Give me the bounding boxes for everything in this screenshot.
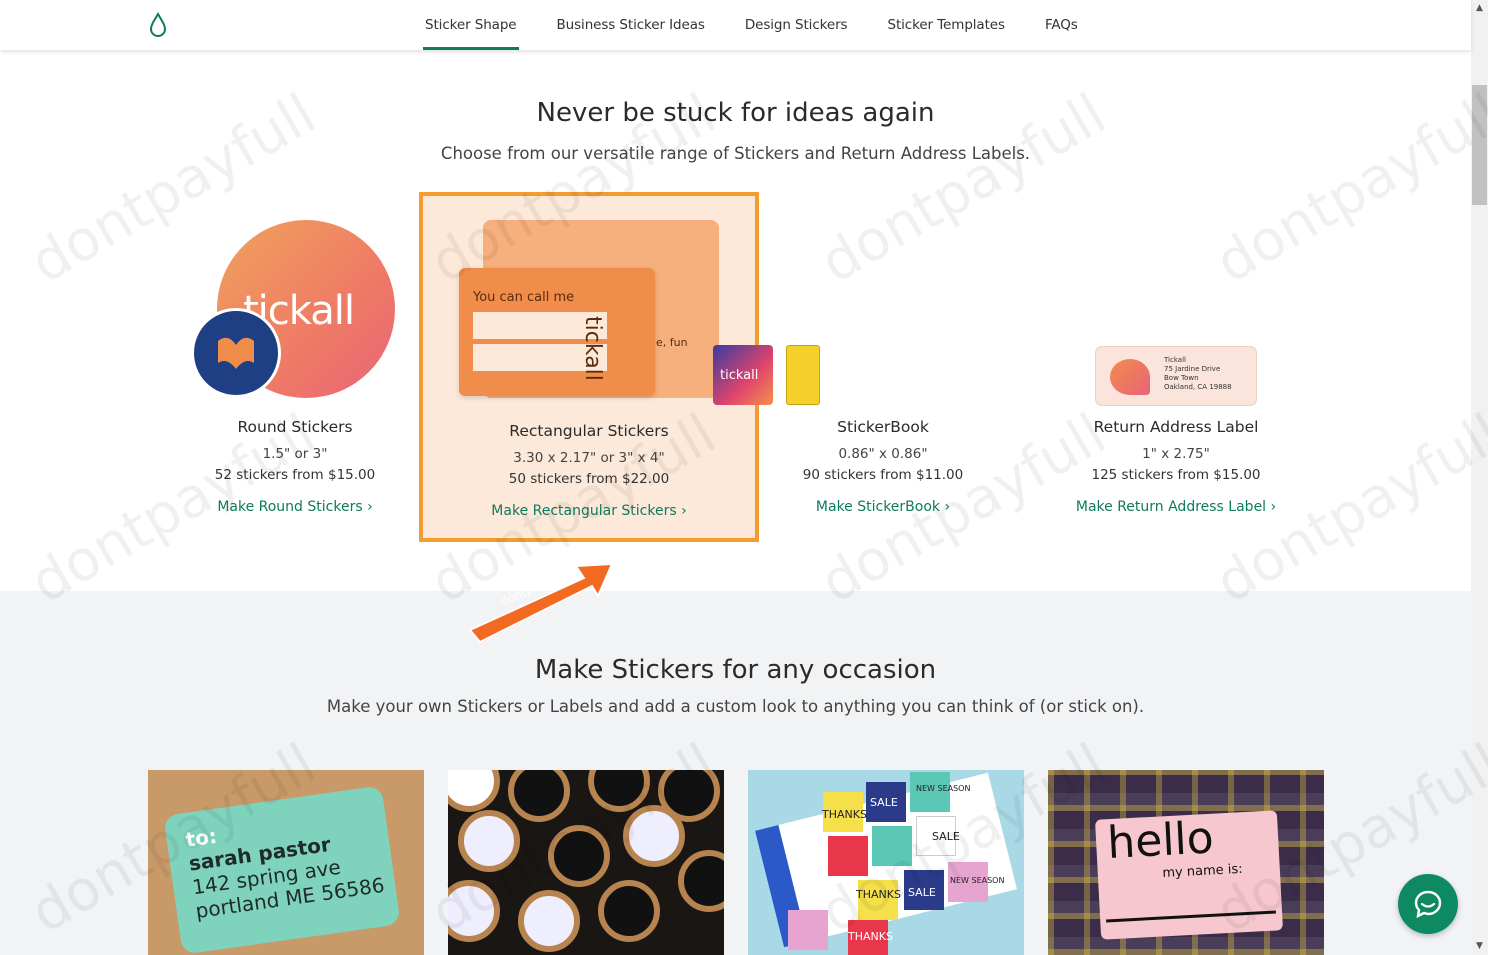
dontpayfull-arrow-badge: dontpayfull xyxy=(466,560,616,650)
product-price: 125 stickers from $15.00 xyxy=(1091,467,1261,483)
occasion-image-jar-lids[interactable] xyxy=(448,770,724,955)
top-navigation-bar: Sticker Shape Business Sticker Ideas Des… xyxy=(0,0,1471,50)
lid-sticker xyxy=(508,770,570,822)
product-size: 1.5" or 3" xyxy=(262,446,328,462)
scrollbar-thumb[interactable] xyxy=(1472,85,1487,205)
occasion-image-sticker-book[interactable]: THANKS SALE NEW SEASON SALE THANKS SALE … xyxy=(748,770,1024,955)
nav-item-business-sticker-ideas[interactable]: Business Sticker Ideas xyxy=(537,0,725,50)
sticker-word: THANKS xyxy=(848,930,893,943)
product-price: 52 stickers from $15.00 xyxy=(214,467,376,483)
occasion-title: Make Stickers for any occasion xyxy=(534,655,937,685)
lid-sticker xyxy=(458,810,520,872)
product-card-stickerbook[interactable]: tickall StickerBook 0.86" x 0.86" 90 sti… xyxy=(713,190,1033,540)
make-return-address-label-link[interactable]: Make Return Address Label › xyxy=(1026,499,1326,515)
sticker-word: NEW SEASON xyxy=(950,876,1005,885)
sticker-word: THANKS xyxy=(856,888,901,901)
sticker-word: SALE xyxy=(870,796,898,809)
name-tag-hello: hello xyxy=(1106,812,1215,869)
lid-sticker xyxy=(598,880,660,942)
sticker-word: SALE xyxy=(932,830,960,843)
occasion-image-name-tag[interactable]: hello my name is: xyxy=(1048,770,1324,955)
logo-drop-icon[interactable] xyxy=(148,11,168,38)
round-small-sticker-image xyxy=(191,308,281,398)
lid-sticker xyxy=(623,805,685,867)
lid-sticker xyxy=(518,890,580,952)
rect-art-label: You can call me xyxy=(473,290,575,305)
return-address-label-image: Tickall 75 Jardine Drive Bow Town Oaklan… xyxy=(1095,346,1257,406)
chat-button[interactable] xyxy=(1398,874,1458,934)
nav-item-design-stickers[interactable]: Design Stickers xyxy=(725,0,868,50)
product-card-round[interactable]: tickall Round Stickers 1.5" or 3" 52 sti… xyxy=(145,190,445,540)
sticker-word: SALE xyxy=(908,886,936,899)
lid-sticker xyxy=(548,825,610,887)
lid-sticker xyxy=(448,880,500,942)
nav-menu: Sticker Shape Business Sticker Ideas Des… xyxy=(405,0,1098,50)
lid-sticker xyxy=(588,770,650,812)
sticker-word: NEW SEASON xyxy=(916,784,971,793)
sharpener-image xyxy=(786,345,820,405)
ideas-title: Never be stuck for ideas again xyxy=(536,98,935,128)
nav-item-faqs[interactable]: FAQs xyxy=(1025,0,1098,50)
nav-item-sticker-shape[interactable]: Sticker Shape xyxy=(405,0,537,50)
product-name: Return Address Label xyxy=(1093,418,1259,436)
occasion-image-address-label[interactable]: to: sarah pastor 142 spring ave portland… xyxy=(148,770,424,955)
sticker-square xyxy=(828,836,868,876)
chat-bubble-icon xyxy=(1414,890,1442,919)
product-size: 1" x 2.75" xyxy=(1142,446,1210,462)
lid-sticker xyxy=(448,770,500,812)
ra-address-text: Tickall 75 Jardine Drive Bow Town Oaklan… xyxy=(1164,356,1232,391)
rect-art-vertical-text: tickall xyxy=(580,316,605,381)
ideas-section: Never be stuck for ideas again Choose fr… xyxy=(0,50,1471,591)
make-round-stickers-link[interactable]: Make Round Stickers › xyxy=(145,499,445,515)
ideas-subtitle: Choose from our versatile range of Stick… xyxy=(440,144,1031,163)
lid-sticker xyxy=(678,850,724,912)
ra-logo-icon xyxy=(1110,359,1150,395)
rectangular-sticker-front-image: You can call me tickall xyxy=(459,268,655,396)
nav-item-sticker-templates[interactable]: Sticker Templates xyxy=(867,0,1024,50)
occasion-section: Make Stickers for any occasion Make your… xyxy=(0,591,1471,955)
sticker-square xyxy=(872,826,912,866)
scroll-up-arrow-icon[interactable]: ▲ xyxy=(1471,0,1488,17)
occasion-subtitle: Make your own Stickers or Labels and add… xyxy=(326,697,1145,716)
stickerbook-art-text: tickall xyxy=(720,368,759,383)
sticker-square xyxy=(788,910,828,950)
product-name: Round Stickers xyxy=(237,418,353,436)
product-card-return-address[interactable]: Tickall 75 Jardine Drive Bow Town Oaklan… xyxy=(1026,190,1326,540)
sticker-word: THANKS xyxy=(822,808,867,821)
product-card-rectangular[interactable]: ne, fun You can call me tickall Rectangu… xyxy=(419,192,759,542)
scroll-down-arrow-icon[interactable]: ▼ xyxy=(1471,938,1488,955)
